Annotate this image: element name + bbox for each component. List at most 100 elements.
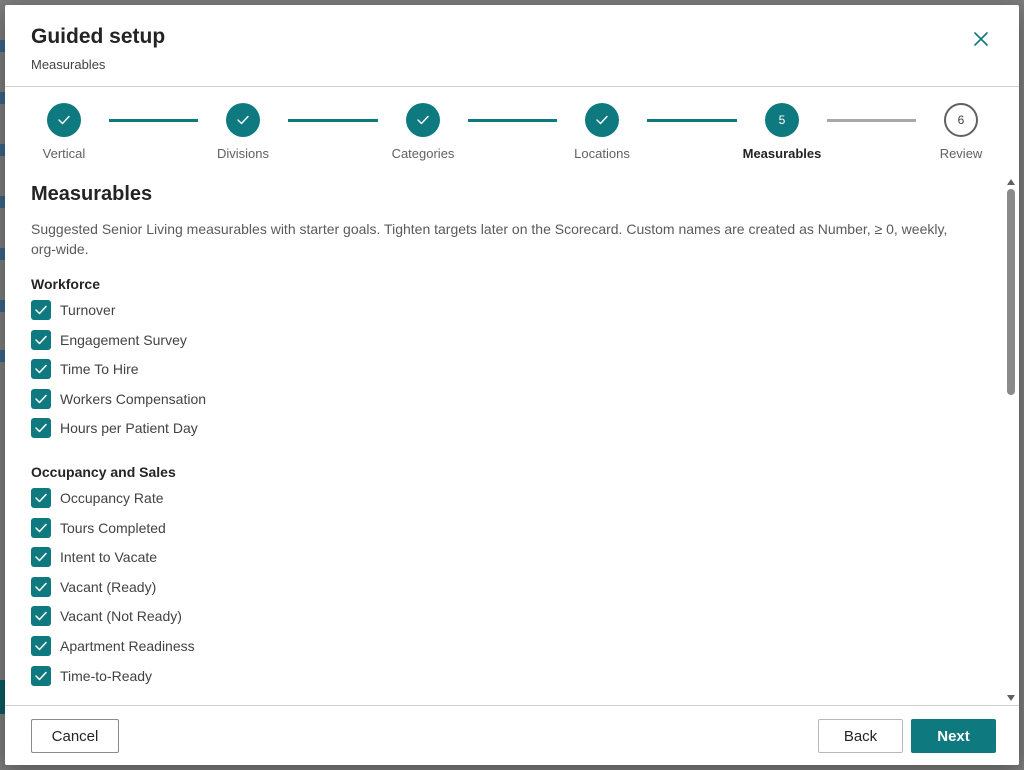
checkmark-icon [35,552,47,562]
triangle-down-icon [1007,695,1015,701]
step-categories: Categories [368,103,478,161]
checkmark-icon [237,115,249,125]
close-icon [974,32,988,46]
step-vertical: Vertical [9,103,119,161]
cancel-button[interactable]: Cancel [31,719,119,753]
measurable-label: Occupancy Rate [60,489,164,506]
measurable-label: Intent to Vacate [60,549,158,566]
checkmark-icon [58,115,70,125]
checkmark-icon [35,305,47,315]
step-indicator [47,103,81,137]
checkmark-icon [35,394,47,404]
step-label: Vertical [42,146,86,161]
measurable-item[interactable]: Occupancy Rate [31,487,1005,518]
step-locations: Locations [547,103,657,161]
step-label: Categories [391,146,455,161]
step-connector [827,119,916,122]
scroll-up-button[interactable] [1006,177,1016,187]
step-measurables: 5 Measurables [727,103,837,161]
measurable-checkbox[interactable] [31,329,51,350]
measurable-label: Time-to-Ready [60,667,153,684]
checkmark-icon [35,364,47,374]
step-label: Review [939,146,983,161]
measurable-label: Apartment Readiness [60,637,195,654]
measurable-item[interactable]: Time-to-Ready [31,665,1005,696]
measurable-item[interactable]: Vacant (Ready) [31,576,1005,607]
section-description: Suggested Senior Living measurables with… [31,221,948,257]
content-scrollbar[interactable] [1005,175,1017,705]
checkmark-icon [596,115,608,125]
measurable-item[interactable]: Tours Completed [31,517,1005,548]
step-connector [109,119,198,122]
step-connector [468,119,557,122]
group-heading: Workforce [31,276,100,292]
close-button[interactable] [969,27,993,51]
measurable-groups: Workforce Turnover Engagement Survey Time T… [31,276,1005,705]
step-number: 5 [778,113,786,127]
step-label: Divisions [216,146,269,161]
measurable-item[interactable]: Time To Hire [31,359,1005,389]
triangle-up-icon [1007,179,1015,185]
step-review: 6 Review [906,103,1016,161]
dialog-header: Guided setup Measurables [5,5,1019,87]
step-connector [647,119,737,122]
measurables-scroll-area[interactable]: Measurables Suggested Senior Living meas… [5,175,1005,705]
measurable-label: Hours per Patient Day [60,420,198,437]
step-indicator [226,103,260,137]
group-heading: Occupancy and Sales [31,463,176,480]
measurable-label: Turnover [60,302,116,318]
measurable-item[interactable]: Workers Compensation [31,388,1005,419]
measurable-label: Time To Hire [60,361,139,378]
measurable-label: Vacant (Ready) [60,578,157,595]
checkmark-icon [35,612,47,621]
checkmark-icon [35,523,47,532]
measurable-checkbox[interactable] [31,487,51,508]
measurable-label: Workers Compensation [60,390,207,407]
checkmark-icon [35,493,47,503]
section-heading: Measurables [31,183,153,205]
measurable-list: Occupancy Rate Tours Completed Intent to V… [31,487,1005,696]
checkmark-icon [35,671,47,680]
measurable-checkbox[interactable] [31,418,51,439]
step-divisions: Divisions [188,103,298,161]
step-label: Measurables [742,146,822,161]
measurable-item[interactable]: Vacant (Not Ready) [31,606,1005,636]
checkmark-icon [35,335,47,344]
measurable-checkbox[interactable] [31,635,51,656]
step-indicator: 5 [765,103,799,137]
measurable-item[interactable]: Apartment Readiness [31,635,1005,666]
guided-setup-dialog: Guided setup Measurables Vertical Divisio… [5,5,1019,765]
measurable-item[interactable]: Engagement Survey [31,329,1005,360]
next-button[interactable]: Next [911,719,996,753]
measurable-label: Engagement Survey [60,331,187,348]
dialog-subtitle: Measurables [31,57,106,72]
measurable-checkbox[interactable] [31,517,51,538]
measurable-checkbox[interactable] [31,665,51,686]
measurable-checkbox[interactable] [31,359,51,380]
back-button[interactable]: Back [818,719,903,753]
step-indicator [585,103,619,137]
measurable-label: Tours Completed [60,519,166,536]
dialog-footer: Cancel Back Next [5,705,1019,765]
measurable-checkbox[interactable] [31,547,51,568]
measurable-list: Turnover Engagement Survey Time To Hire Wor… [31,300,1005,448]
checkmark-icon [417,115,429,125]
step-number: 6 [957,113,965,127]
checkmark-icon [35,582,47,591]
step-connector [288,119,378,122]
step-label: Locations [574,146,630,161]
measurable-item[interactable]: Turnover [31,300,1005,330]
scroll-down-button[interactable] [1006,693,1016,703]
checkmark-icon [35,641,47,651]
measurable-checkbox[interactable] [31,606,51,627]
measurable-checkbox[interactable] [31,388,51,409]
measurable-item[interactable]: Hours per Patient Day [31,418,1005,448]
dialog-title: Guided setup [31,25,166,48]
measurable-label: Vacant (Not Ready) [60,608,182,625]
measurable-item[interactable]: Intent to Vacate [31,547,1005,577]
step-indicator [406,103,440,137]
measurable-checkbox[interactable] [31,576,51,597]
step-indicator: 6 [944,103,978,137]
measurable-checkbox[interactable] [31,300,51,320]
scrollbar-thumb[interactable] [1007,189,1015,395]
